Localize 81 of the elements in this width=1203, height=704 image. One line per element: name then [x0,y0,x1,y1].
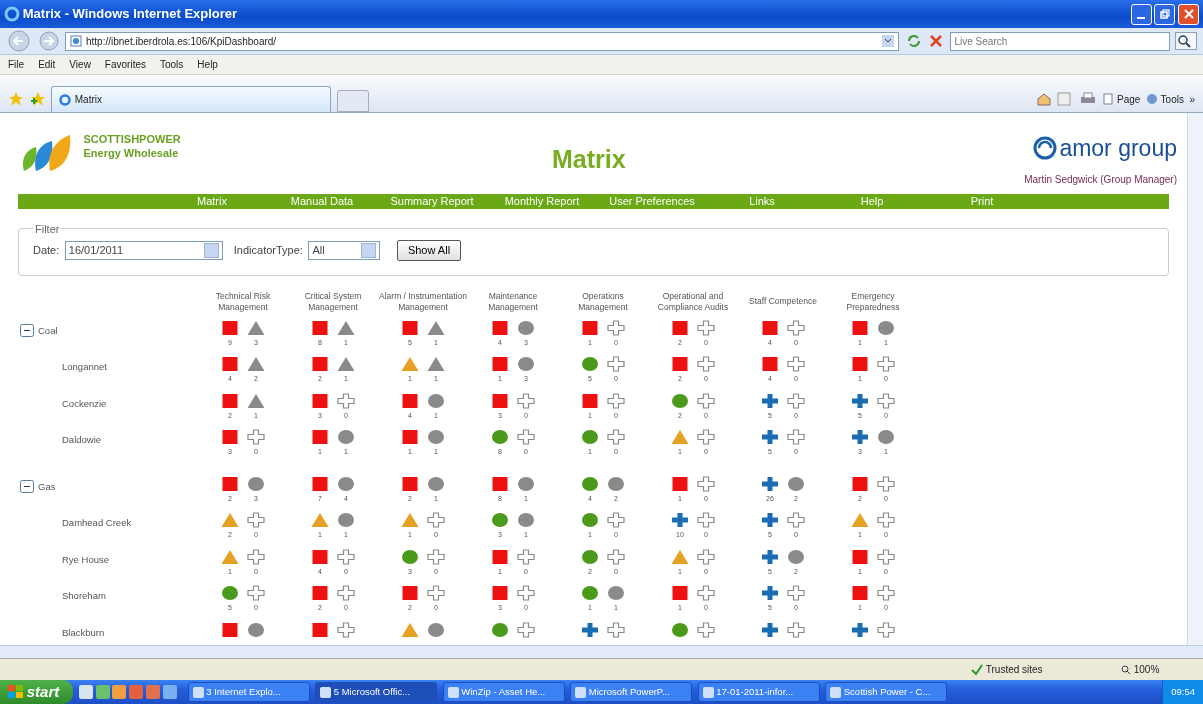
page-title: Matrix [552,144,626,175]
taskbar-button[interactable]: 17-01-2011-infor... [697,682,820,702]
brand-name: SCOTTISHPOWER [83,133,181,147]
collapse-toggle[interactable] [20,479,34,493]
taskbar-button[interactable]: Scottish Power - C... [825,682,947,702]
column-header: Alarm / Instrumentation Management [378,291,468,312]
vertical-scrollbar[interactable] [1187,113,1203,645]
user-name: Martin Sedgwick (Group Manager) [1024,172,1177,187]
magnifier-icon [1121,664,1131,675]
windows-flag-icon [8,685,24,699]
menu-item[interactable]: Tools [160,57,184,72]
swirl-logo-icon [1032,136,1057,161]
taskbar-button[interactable]: 3 Internet Explo... [187,682,310,702]
site-label: Blackburn [62,625,105,640]
restore-button[interactable] [1154,3,1176,25]
menu-item[interactable]: File [8,57,25,72]
site-label: Damhead Creek [62,516,132,530]
minimize-icon [1137,17,1145,19]
security-zone: Trusted sites [971,662,1121,677]
menu-item[interactable]: Help [197,57,218,72]
search-button[interactable] [1175,32,1197,50]
site-label: Daldowie [62,433,102,447]
brand-division: Energy Wholesale [83,146,180,161]
page-icon [70,35,82,47]
quick-launch-icon[interactable] [145,685,160,699]
column-header: Technical Risk Management [214,291,272,312]
close-icon [1183,9,1194,19]
window-title: Matrix - Windows Internet Explorer [22,5,238,24]
site-label: Rye House [62,552,109,567]
zoom-button[interactable]: 100% [1121,662,1191,677]
print-icon[interactable] [1078,92,1097,106]
quick-launch-icon[interactable] [78,685,93,699]
group-label: Coal [38,323,58,338]
new-tab-button[interactable] [336,90,369,112]
horizontal-scrollbar[interactable] [0,645,1203,658]
more-button[interactable]: » [1189,91,1195,107]
page-icon [1102,93,1115,105]
column-header: Staff Competence [749,296,817,307]
dropdown-icon [882,35,894,47]
minimize-button[interactable] [1130,3,1152,25]
star-icon[interactable] [8,90,24,107]
site-label: Shoreham [62,589,106,603]
indicator-type-select[interactable]: All [308,241,381,260]
date-select[interactable]: 16/01/2011 [64,241,223,260]
back-button[interactable] [6,29,32,53]
column-header: Operational and Compliance Audits [656,291,730,312]
tools-menu[interactable]: Tools [1145,91,1184,107]
group-label: Gas [38,479,56,494]
date-label: Date: [33,243,60,259]
clock: 09:54 [1171,684,1195,699]
quick-launch-icon[interactable] [162,685,177,699]
check-icon [971,663,983,676]
taskbar-button[interactable]: 5 Microsoft Offic... [315,682,437,702]
forward-button[interactable] [37,30,60,52]
site-label: Longannet [62,360,107,374]
close-button[interactable] [1178,3,1199,25]
browser-tab[interactable]: Matrix [51,86,331,112]
site-label: Cockenzie [62,396,107,411]
quick-launch-icon[interactable] [112,685,127,699]
indicator-type-label: IndicatorType: [233,243,303,259]
taskbar-button[interactable]: WinZip - Asset He... [442,682,565,702]
stop-button[interactable] [928,33,944,49]
column-header: Operations Management [577,291,629,312]
menu-item[interactable]: Edit [38,57,56,72]
collapse-toggle[interactable] [20,323,34,337]
column-header: Emergency Preparedness [845,291,901,312]
feed-icon[interactable] [1057,92,1074,106]
add-favorite-icon[interactable] [29,90,46,107]
show-all-button[interactable]: Show All [396,240,462,261]
column-header: Critical System Management [303,291,363,312]
search-field[interactable]: Live Search [949,31,1170,51]
partner-logo-text: amor group [1059,134,1177,163]
column-header: Maintenance Management [487,291,539,312]
page-menu[interactable]: Page [1102,91,1141,107]
taskbar-button[interactable]: Microsoft PowerP... [570,682,692,702]
home-icon[interactable] [1035,92,1052,106]
quick-launch-icon[interactable] [95,685,110,699]
menu-item[interactable]: Favorites [104,57,146,72]
menu-item[interactable]: View [69,57,91,72]
restore-icon [1159,9,1170,19]
address-field[interactable]: http://ibnet.iberdrola.es:106/KpiDashboard/ [65,31,899,51]
